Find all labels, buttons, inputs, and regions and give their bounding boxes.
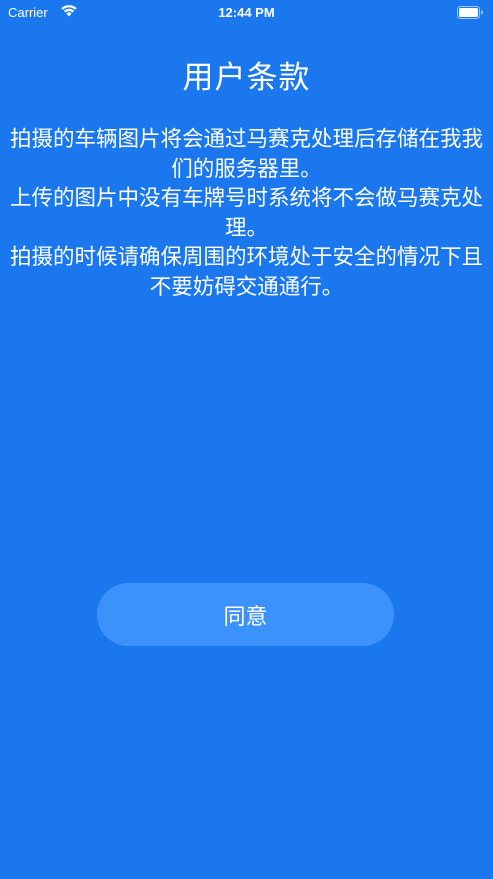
- terms-text: 拍摄的车辆图片将会通过马赛克处理后存储在我我们的服务器里。 上传的图片中没有车牌…: [10, 127, 484, 300]
- status-bar: Carrier 12:44 PM: [0, 0, 493, 26]
- battery-icon: [457, 6, 483, 19]
- page-title: 用户条款: [182, 60, 311, 96]
- status-time: 12:44 PM: [218, 5, 275, 20]
- agree-button[interactable]: 同意: [97, 583, 394, 646]
